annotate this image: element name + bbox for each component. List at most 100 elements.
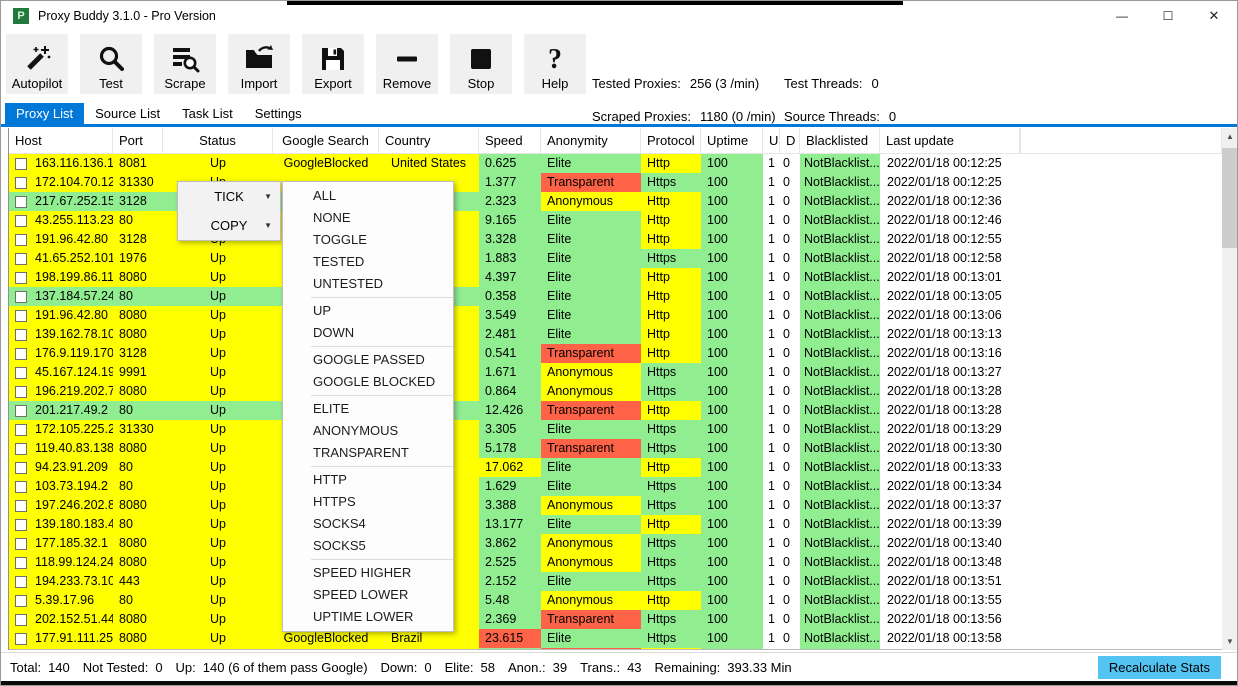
tab-proxy-list[interactable]: Proxy List — [5, 103, 84, 124]
table-row[interactable]: 202.152.51.44 8080 Up 2.369 Transparent … — [9, 610, 1222, 629]
context-menu-item[interactable]: HTTP — [283, 469, 453, 491]
row-checkbox[interactable] — [15, 234, 27, 246]
row-checkbox[interactable] — [15, 367, 27, 379]
context-menu-item[interactable]: ELITE — [283, 398, 453, 420]
row-checkbox[interactable] — [15, 196, 27, 208]
remove-button[interactable]: Remove — [376, 34, 438, 94]
context-menu-item[interactable]: TOGGLE — [283, 229, 453, 251]
row-checkbox[interactable] — [15, 329, 27, 341]
row-checkbox[interactable] — [15, 177, 27, 189]
row-checkbox[interactable] — [15, 253, 27, 265]
context-menu-item[interactable]: HTTPS — [283, 491, 453, 513]
row-checkbox[interactable] — [15, 386, 27, 398]
context-menu-item[interactable]: GOOGLE BLOCKED — [283, 371, 453, 393]
export-button[interactable]: Export — [302, 34, 364, 94]
table-row[interactable]: 41.65.252.101 1976 Up 1.883 Elite Https … — [9, 249, 1222, 268]
tab-source-list[interactable]: Source List — [84, 103, 171, 124]
scroll-up-icon[interactable]: ▲ — [1222, 128, 1238, 145]
test-button[interactable]: Test — [80, 34, 142, 94]
table-row[interactable]: 176.9.119.170 3128 Up 0.541 Transparent … — [9, 344, 1222, 363]
row-checkbox[interactable] — [15, 405, 27, 417]
context-menu-parent-item[interactable]: COPY▼ — [178, 211, 280, 240]
table-row[interactable]: 191.96.42.80 8080 Up 3.549 Elite Http 10… — [9, 306, 1222, 325]
import-button[interactable]: Import — [228, 34, 290, 94]
header-google-search[interactable]: Google Search — [273, 128, 379, 153]
row-checkbox[interactable] — [15, 538, 27, 550]
table-row[interactable]: 94.23.91.209 80 Up 17.062 Elite Http 100… — [9, 458, 1222, 477]
context-menu-item[interactable]: TESTED — [283, 251, 453, 273]
context-menu-item[interactable]: SPEED HIGHER — [283, 562, 453, 584]
table-row[interactable]: 137.184.57.245 80 Up 0.358 Elite Http 10… — [9, 287, 1222, 306]
row-checkbox[interactable] — [15, 500, 27, 512]
context-menu-item[interactable]: UNTESTED — [283, 273, 453, 295]
close-button[interactable]: ✕ — [1191, 1, 1237, 31]
maximize-button[interactable]: ☐ — [1145, 1, 1191, 31]
context-menu-item[interactable]: ALL — [283, 185, 453, 207]
minimize-button[interactable]: — — [1099, 1, 1145, 31]
row-checkbox[interactable] — [15, 424, 27, 436]
row-checkbox[interactable] — [15, 557, 27, 569]
header-status[interactable]: Status — [163, 128, 273, 153]
scrollbar-thumb[interactable] — [1222, 148, 1238, 248]
table-row[interactable]: 139.180.183.41 80 Up 13.177 Elite Http 1… — [9, 515, 1222, 534]
table-row[interactable]: 177.91.111.253 8080 Up GoogleBlocked Bra… — [9, 629, 1222, 648]
table-row[interactable]: 197.246.202.81 8080 Up 3.388 Anonymous H… — [9, 496, 1222, 515]
table-row[interactable]: 139.162.78.109 8080 Up 2.481 Elite Http … — [9, 325, 1222, 344]
context-menu-item[interactable]: SOCKS4 — [283, 513, 453, 535]
tab-settings[interactable]: Settings — [244, 103, 313, 124]
table-row[interactable]: 5.39.17.96 80 Up 5.48 Anonymous Http 100… — [9, 591, 1222, 610]
header-down-count[interactable]: D — [780, 128, 800, 153]
context-menu-item[interactable]: ANONYMOUS — [283, 420, 453, 442]
context-menu-item[interactable]: SOCKS5 — [283, 535, 453, 557]
table-row[interactable]: 172.105.225.236 31330 Up 3.305 Elite Htt… — [9, 420, 1222, 439]
scrape-button[interactable]: Scrape — [154, 34, 216, 94]
row-checkbox[interactable] — [15, 215, 27, 227]
table-row[interactable]: 103.73.194.2 80 Up 1.629 Elite Https 100… — [9, 477, 1222, 496]
header-country[interactable]: Country — [379, 128, 479, 153]
help-button[interactable]: ? Help — [524, 34, 586, 94]
context-menu-item[interactable]: SPEED LOWER — [283, 584, 453, 606]
header-speed[interactable]: Speed — [479, 128, 541, 153]
table-row[interactable]: 45.167.124.193 9991 Up 1.671 Anonymous H… — [9, 363, 1222, 382]
row-checkbox[interactable] — [15, 348, 27, 360]
tab-task-list[interactable]: Task List — [171, 103, 244, 124]
recalculate-stats-button[interactable]: Recalculate Stats — [1098, 656, 1221, 679]
row-checkbox[interactable] — [15, 462, 27, 474]
row-checkbox[interactable] — [15, 158, 27, 170]
autopilot-button[interactable]: Autopilot — [6, 34, 68, 94]
header-blacklisted[interactable]: Blacklisted — [800, 128, 880, 153]
row-checkbox[interactable] — [15, 614, 27, 626]
stop-button[interactable]: Stop — [450, 34, 512, 94]
header-anonymity[interactable]: Anonymity — [541, 128, 641, 153]
row-checkbox[interactable] — [15, 481, 27, 493]
row-checkbox[interactable] — [15, 310, 27, 322]
context-menu-item[interactable]: GOOGLE PASSED — [283, 349, 453, 371]
table-row[interactable]: 177.185.32.1 8080 Up 3.862 Anonymous Htt… — [9, 534, 1222, 553]
header-last-update[interactable]: Last update — [880, 128, 1020, 153]
header-protocol[interactable]: Protocol — [641, 128, 701, 153]
context-menu-item[interactable]: DOWN — [283, 322, 453, 344]
table-row[interactable]: 196.219.202.74 8080 Up 0.864 Anonymous H… — [9, 382, 1222, 401]
row-checkbox[interactable] — [15, 576, 27, 588]
table-row[interactable]: 118.99.124.244 8080 Up 2.525 Anonymous H… — [9, 553, 1222, 572]
row-checkbox[interactable] — [15, 291, 27, 303]
table-row[interactable]: 194.233.73.109 443 Up 2.152 Elite Https … — [9, 572, 1222, 591]
table-row[interactable]: 198.199.86.11 8080 Up 4.397 Elite Http 1… — [9, 268, 1222, 287]
row-checkbox[interactable] — [15, 519, 27, 531]
context-menu-item[interactable]: UP — [283, 300, 453, 322]
row-checkbox[interactable] — [15, 272, 27, 284]
table-row[interactable]: 163.116.136.113 8081 Up GoogleBlocked Un… — [9, 154, 1222, 173]
context-menu-item[interactable]: UPTIME LOWER — [283, 606, 453, 628]
context-menu-parent-item[interactable]: TICK▼ — [178, 182, 280, 211]
header-port[interactable]: Port — [113, 128, 163, 153]
header-up-count[interactable]: U — [763, 128, 780, 153]
scroll-down-icon[interactable]: ▼ — [1222, 633, 1238, 650]
header-uptime[interactable]: Uptime — [701, 128, 763, 153]
row-checkbox[interactable] — [15, 595, 27, 607]
context-menu-item[interactable]: NONE — [283, 207, 453, 229]
table-row[interactable]: 201.217.49.2 80 Up 12.426 Transparent Ht… — [9, 401, 1222, 420]
row-checkbox[interactable] — [15, 443, 27, 455]
row-checkbox[interactable] — [15, 633, 27, 645]
context-menu-item[interactable]: TRANSPARENT — [283, 442, 453, 464]
table-row[interactable]: 119.40.83.138 8080 Up 5.178 Transparent … — [9, 439, 1222, 458]
